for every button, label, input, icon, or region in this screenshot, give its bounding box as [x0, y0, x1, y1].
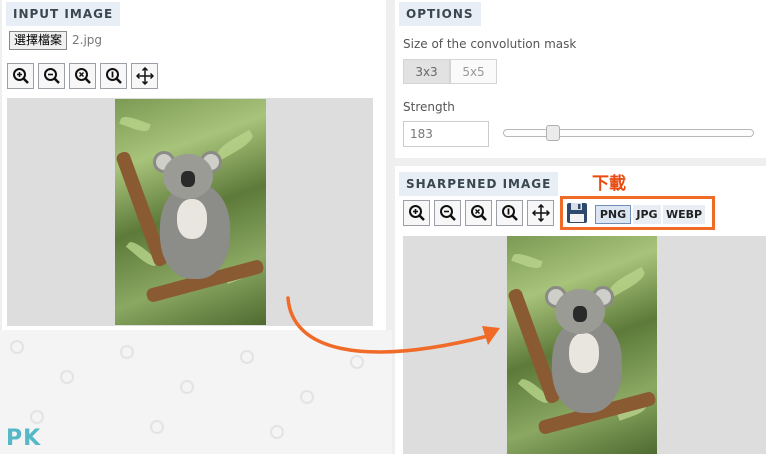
mask-size-label: Size of the convolution mask: [403, 37, 577, 51]
strength-slider[interactable]: [503, 125, 754, 141]
input-image-canvas[interactable]: [7, 98, 373, 326]
zoom-actual-button[interactable]: [100, 63, 127, 89]
background-pattern: [0, 330, 392, 454]
mask-size-selector: 3x3 5x5: [403, 59, 497, 84]
zoom-in-button[interactable]: [7, 63, 34, 89]
mask-option-3x3[interactable]: 3x3: [403, 59, 450, 84]
sharpened-image-canvas[interactable]: [403, 236, 766, 454]
strength-label: Strength: [403, 100, 455, 114]
zoom-reset-icon: [74, 68, 91, 84]
move-button[interactable]: [131, 63, 158, 89]
choose-file-button[interactable]: 選擇檔案: [9, 31, 68, 50]
input-koala-photo: [115, 99, 266, 325]
download-annotation-label: 下載: [592, 174, 626, 194]
format-jpg-button[interactable]: JPG: [633, 205, 661, 224]
mask-option-5x5[interactable]: 5x5: [450, 59, 497, 84]
strength-slider-handle[interactable]: [546, 125, 560, 141]
options-title: OPTIONS: [399, 2, 481, 26]
zoom-actual-icon: [105, 68, 122, 84]
move-button[interactable]: [527, 200, 554, 226]
input-image-panel: INPUT IMAGE 選擇檔案 2.jpg: [2, 0, 386, 330]
zoom-in-button[interactable]: [403, 200, 430, 226]
input-toolbar: [7, 63, 158, 89]
move-icon: [135, 67, 154, 85]
sharpened-image-title: SHARPENED IMAGE: [399, 172, 559, 196]
floppy-disk-icon[interactable]: [566, 202, 588, 224]
options-panel: OPTIONS Size of the convolution mask 3x3…: [395, 0, 766, 158]
zoom-actual-icon: [501, 205, 518, 221]
strength-input[interactable]: 183: [403, 121, 489, 147]
file-name: 2.jpg: [72, 33, 103, 47]
format-webp-button[interactable]: WEBP: [663, 205, 705, 224]
sharpened-koala-photo: [507, 236, 657, 454]
zoom-reset-button[interactable]: [69, 63, 96, 89]
zoom-reset-button[interactable]: [465, 200, 492, 226]
zoom-out-button[interactable]: [434, 200, 461, 226]
input-image-title: INPUT IMAGE: [6, 2, 121, 26]
zoom-out-button[interactable]: [38, 63, 65, 89]
zoom-in-icon: [408, 205, 425, 221]
zoom-out-icon: [43, 68, 60, 84]
zoom-reset-icon: [470, 205, 487, 221]
zoom-in-icon: [12, 68, 29, 84]
download-format-box: PNG JPG WEBP: [560, 196, 715, 230]
zoom-out-icon: [439, 205, 456, 221]
format-png-button[interactable]: PNG: [595, 205, 631, 224]
move-icon: [531, 204, 550, 222]
watermark-logo: PK: [6, 426, 42, 451]
zoom-actual-button[interactable]: [496, 200, 523, 226]
sharpened-toolbar: [403, 200, 554, 226]
